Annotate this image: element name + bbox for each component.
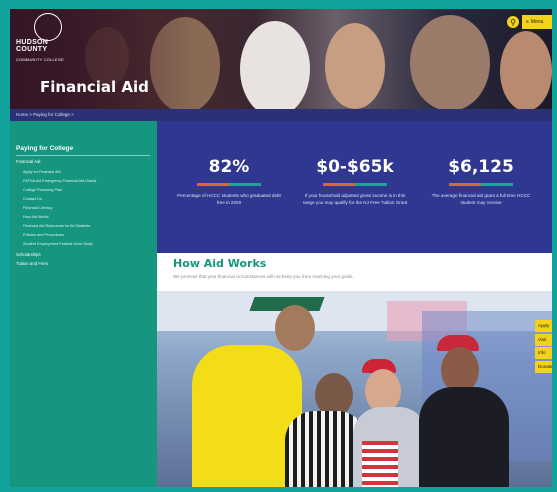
hero-banner: HUDSON COUNTY COMMUNITY COLLEGE Financia… [10,9,552,109]
how-aid-works-section: How Aid Works We promise that your finan… [157,253,552,291]
info-tab[interactable]: Info [535,347,552,359]
stat-value: 82% [208,157,250,177]
donate-tab[interactable]: Donate [535,360,552,373]
sidebar-item[interactable]: College Financing Plan [23,188,62,192]
stat-card: 82% Percentage of HCCC students who grad… [169,157,289,206]
visit-tab[interactable]: Visit [535,333,552,346]
breadcrumb[interactable]: Home > Paying for College > [10,109,552,121]
sidebar-nav: Paying for College Financial Aid Apply f… [10,121,157,487]
stats-band: 82% Percentage of HCCC students who grad… [157,121,552,253]
section-subtitle: We promise that your financial circumsta… [173,274,354,279]
sidebar-item[interactable]: Student Employment Federal Work Study [23,242,93,246]
search-icon: ⚲ [510,17,516,27]
stat-description: Percentage of HCCC students who graduate… [177,193,281,205]
sidebar-item-scholarships[interactable]: Scholarships [16,252,41,257]
college-logo[interactable]: HUDSON COUNTY COMMUNITY COLLEGE [14,13,74,65]
sidebar-item[interactable]: Policies and Procedures [23,233,64,237]
students-photo [157,291,552,487]
stat-value: $0-$65k [316,157,394,177]
sidebar-item[interactable]: Financial Literacy [23,206,53,210]
sidebar-item[interactable]: How Aid Works [23,215,49,219]
stat-card: $6,125 The average financial aid grant a… [421,157,541,206]
search-button[interactable]: ⚲ [507,16,519,28]
stat-accent-bar [197,183,261,186]
sidebar-item[interactable]: Apply for Financial Aid [23,170,61,174]
sidebar-heading[interactable]: Paying for College [16,145,73,152]
stat-accent-bar [449,183,513,186]
sidebar-divider [16,155,150,156]
sidebar-item-tuition[interactable]: Tuition and Fees [16,261,48,266]
stat-card: $0-$65k If your household adjusted gross… [295,157,415,206]
quick-links: Apply Visit Info Donate [535,320,552,374]
page-title: Financial Aid [40,78,149,96]
page-frame: HUDSON COUNTY COMMUNITY COLLEGE Financia… [10,9,552,487]
apply-tab[interactable]: Apply [535,320,552,332]
sidebar-item-financial-aid[interactable]: Financial Aid [16,159,40,164]
stat-description: The average financial aid grant a full t… [431,193,531,205]
stat-description: If your household adjusted gross income … [302,193,408,205]
menu-button[interactable]: ≡ Menu [522,15,552,29]
seal-icon [34,13,62,41]
stat-accent-bar [323,183,387,186]
section-title: How Aid Works [173,257,267,270]
sidebar-item[interactable]: Financial Aid Resources for All Students [23,224,90,228]
menu-icon: ≡ [526,19,529,25]
stat-value: $6,125 [448,157,514,177]
sidebar-item[interactable]: FAFSA Aid Emergency Financial Aid Grants [23,179,96,183]
sidebar-item[interactable]: Contact Us [23,197,42,201]
